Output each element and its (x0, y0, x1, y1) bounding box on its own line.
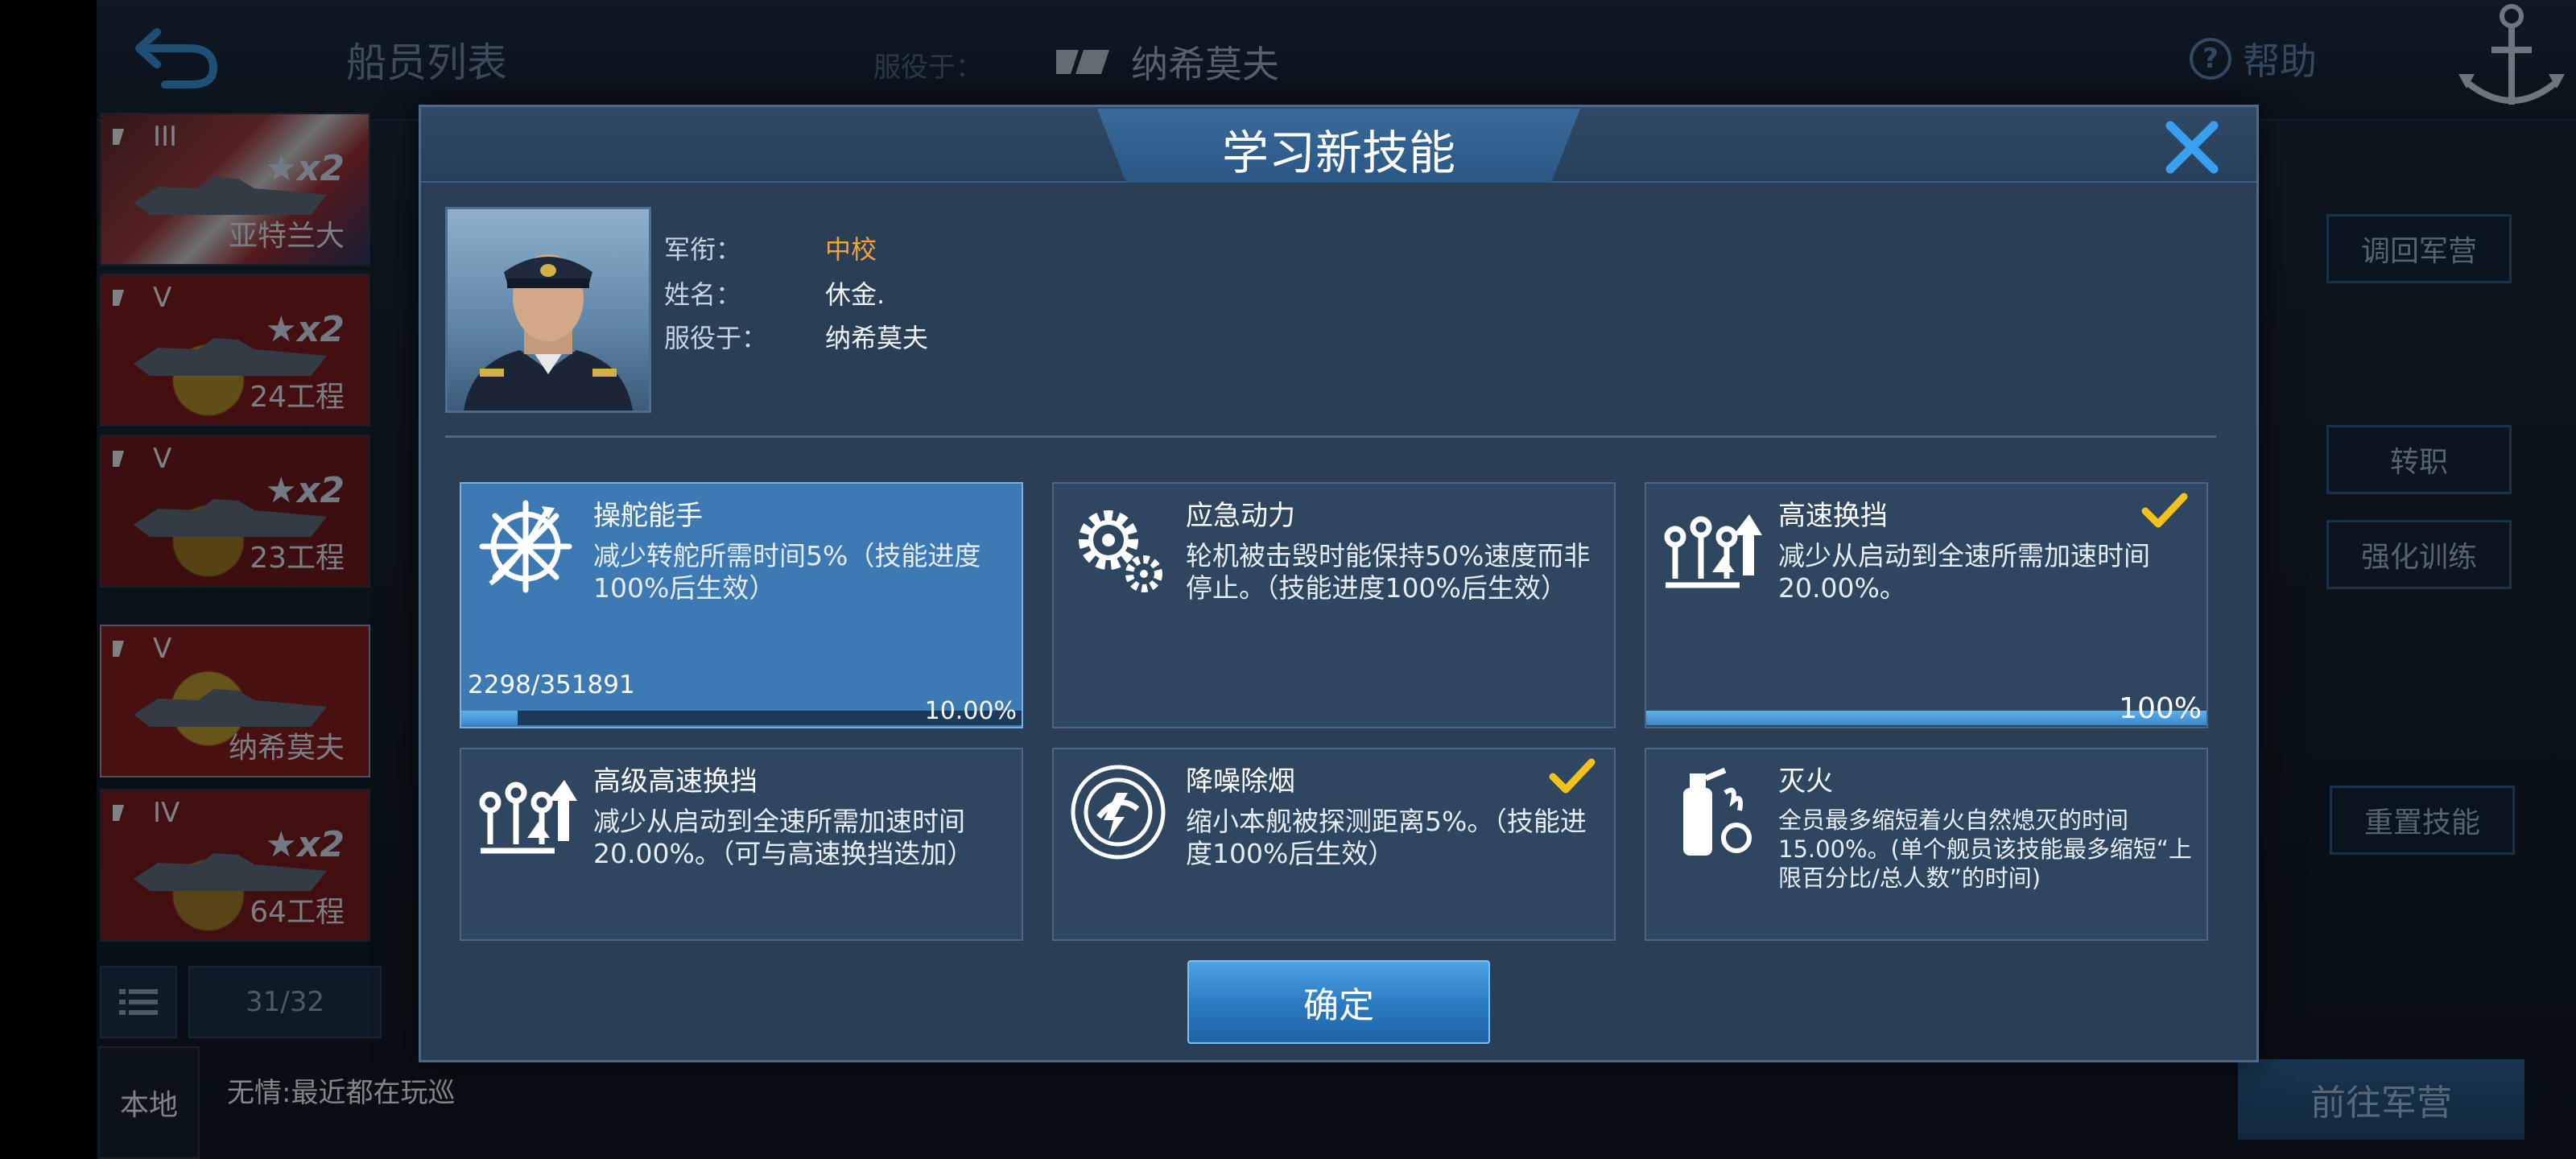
officer-name: 休金. (825, 279, 886, 310)
skill-card-firefighting[interactable]: 灭火 全员最多缩短着火自然熄灭的时间15.00%。(单个舰员该技能最多缩短“上限… (1645, 748, 2208, 941)
skill-desc: 减少从启动到全速所需加速时间20.00%。（可与高速换挡迭加） (593, 806, 974, 869)
name-label: 姓名： (664, 279, 742, 310)
rank-label: 军衔： (664, 234, 742, 265)
skill-desc: 减少从启动到全速所需加速时间20.00%。 (1778, 540, 2150, 604)
divider (445, 435, 2216, 438)
skill-progress-fill (461, 711, 518, 725)
skill-card-noise-smoke-reduction[interactable]: 降噪除烟 缩小本舰被探测距离5%。（技能进度100%后生效） (1052, 748, 1616, 941)
skill-card-high-speed-shift[interactable]: 高速换挡 减少从启动到全速所需加速时间20.00%。 100% (1645, 482, 2208, 728)
skill-progress-pct: 100% (2119, 692, 2202, 725)
skill-name: 应急动力 (1186, 500, 1295, 532)
skill-card-emergency-power[interactable]: 应急动力 轮机被击毁时能保持50%速度而非停止。（技能进度100%后生效） (1052, 482, 1616, 728)
gears-icon (1079, 510, 1162, 592)
skill-progress-text: 2298/351891 (468, 670, 635, 699)
officer-avatar-icon (464, 254, 633, 410)
rank-value: 中校 (825, 234, 877, 265)
close-icon (2165, 121, 2219, 174)
served-label: 服役于： (664, 323, 768, 353)
officer-served-ship: 纳希莫夫 (825, 323, 929, 353)
gear-shift-icon (479, 780, 577, 854)
helm-icon (479, 500, 572, 593)
learned-check-icon (1549, 758, 1596, 794)
extinguisher-icon (1683, 767, 1752, 856)
learn-skill-dialog: 学习新技能 军衔： 中校 姓名： 休金. 服役于： 纳希莫夫 操舵能手 减少转舵… (419, 105, 2259, 1062)
skill-desc: 减少转舵所需时间5%（技能进度100%后生效） (593, 540, 981, 604)
skill-name: 高级高速换挡 (593, 765, 758, 798)
skill-card-advanced-high-speed-shift[interactable]: 高级高速换挡 减少从启动到全速所需加速时间20.00%。（可与高速换挡迭加） (460, 748, 1023, 941)
close-button[interactable] (2160, 115, 2224, 179)
skill-name: 高速换挡 (1778, 500, 1888, 532)
skill-desc: 轮机被击毁时能保持50%速度而非停止。（技能进度100%后生效） (1186, 540, 1591, 604)
skill-desc: 缩小本舰被探测距离5%。（技能进度100%后生效） (1186, 806, 1587, 869)
skill-name: 降噪除烟 (1186, 765, 1295, 798)
skill-card-helm[interactable]: 操舵能手 减少转舵所需时间5%（技能进度100%后生效） 2298/351891… (460, 482, 1023, 728)
dialog-title: 学习新技能 (1221, 126, 1455, 180)
gear-shift-icon (1664, 514, 1762, 588)
skill-desc: 全员最多缩短着火自然熄灭的时间15.00%。(单个舰员该技能最多缩短“上限百分比… (1778, 806, 2192, 892)
skill-name: 灭火 (1778, 765, 1833, 798)
officer-portrait (445, 207, 651, 413)
skill-progress-pct: 10.00% (924, 697, 1017, 725)
learned-check-icon (2141, 493, 2188, 528)
confirm-button[interactable]: 确定 (1187, 960, 1490, 1044)
skill-name: 操舵能手 (593, 500, 703, 532)
smoke-icon (1071, 765, 1166, 860)
